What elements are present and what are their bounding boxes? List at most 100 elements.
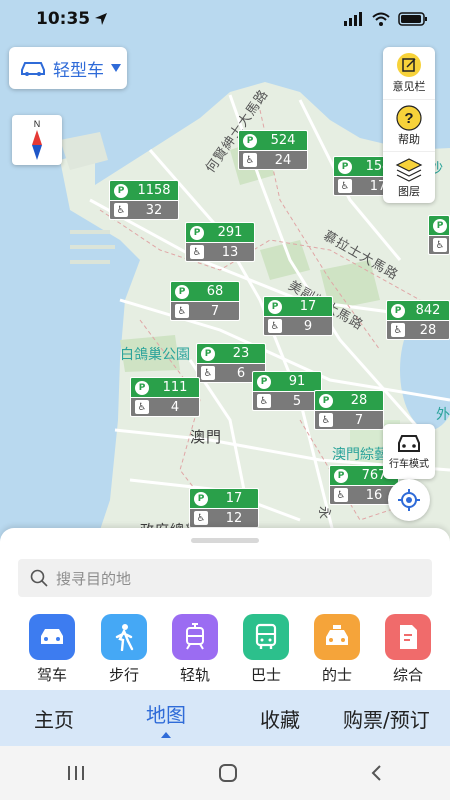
wheelchair-icon: ♿	[338, 179, 352, 193]
parking-spaces: 17	[225, 491, 243, 506]
sheet-drag-handle[interactable]	[191, 538, 259, 543]
bus-icon	[255, 623, 277, 649]
parking-spaces: 28	[350, 393, 368, 408]
parking-spaces: 68	[206, 284, 224, 299]
parking-marker[interactable]: P 17 ♿ 12	[189, 488, 259, 528]
wheelchair-icon: ♿	[433, 238, 447, 252]
parking-icon: P	[135, 380, 149, 395]
car-icon	[21, 62, 45, 76]
drive-mode-label: 行车模式	[389, 459, 429, 470]
mode-label: 轻轨	[179, 666, 210, 684]
clock-text: 10:35	[36, 9, 91, 29]
parking-icon: P	[391, 303, 405, 318]
mode-taxi[interactable]: 的士	[307, 614, 367, 685]
accessible-spaces: 12	[225, 510, 243, 526]
home-icon[interactable]	[218, 763, 238, 783]
svg-text:?: ?	[404, 110, 413, 127]
tab-map[interactable]: 地图	[146, 690, 186, 746]
wheelchair-icon: ♿	[243, 153, 257, 167]
map-label-fragment-2: 外	[436, 407, 450, 423]
mode-lrt[interactable]: 轻轨	[165, 614, 225, 685]
accessible-spaces: 32	[145, 202, 163, 218]
parking-spaces: 91	[288, 374, 306, 389]
parking-marker[interactable]: P 17 ♿ 9	[263, 296, 333, 336]
tab-tickets[interactable]: 购票/预订	[343, 690, 430, 746]
doc-icon	[400, 625, 417, 649]
system-navigation-bar	[0, 746, 450, 800]
accessible-spaces: 7	[354, 412, 364, 428]
tab-favorites[interactable]: 收藏	[260, 690, 300, 746]
wheelchair-icon: ♿	[319, 413, 333, 427]
wheelchair-icon: ♿	[257, 394, 271, 408]
parking-icon: P	[268, 299, 282, 314]
tab-label: 地图	[146, 702, 186, 727]
car-front-icon	[398, 435, 420, 452]
parking-marker[interactable]: P 842 ♿ 28	[386, 300, 450, 340]
parking-marker[interactable]: P 524 ♿ 24	[238, 130, 308, 170]
status-time: 10:35	[36, 9, 108, 29]
parking-marker[interactable]: P 68 ♿ 7	[170, 281, 240, 321]
search-input[interactable]: 搜寻目的地	[18, 559, 432, 597]
parking-marker[interactable]: P 91 ♿ 5	[252, 371, 322, 411]
parking-spaces: 17	[299, 299, 317, 314]
parking-marker[interactable]: P 291 ♿ 13	[185, 222, 255, 262]
compass-button[interactable]: N	[12, 115, 62, 165]
compass-icon: N	[32, 119, 42, 160]
tab-home[interactable]: 主页	[34, 690, 74, 746]
wifi-icon	[372, 12, 390, 26]
recent-apps-icon[interactable]	[66, 765, 86, 781]
help-button[interactable]: ? 帮助	[383, 99, 435, 151]
map-label-museum: 澳門綜藝	[332, 447, 388, 463]
feedback-label: 意见栏	[392, 80, 426, 93]
walk-icon	[115, 624, 134, 651]
parking-spaces: 842	[415, 303, 441, 318]
edit-icon	[397, 53, 421, 77]
parking-marker[interactable]: P ♿	[428, 215, 450, 255]
mode-drive[interactable]: 驾车	[22, 614, 82, 685]
wheelchair-icon: ♿	[268, 319, 282, 333]
layers-button[interactable]: 图层	[383, 151, 435, 203]
parking-icon: P	[433, 218, 447, 233]
tab-bar: 主页 地图 收藏 购票/预订	[0, 690, 450, 746]
mode-label: 驾车	[36, 666, 67, 684]
drive-mode-button[interactable]: 行车模式	[383, 424, 435, 479]
map-label-fragment-3: 永	[316, 506, 331, 521]
crosshair-icon	[398, 489, 420, 511]
parking-icon: P	[334, 468, 348, 483]
mode-combined[interactable]: 综合	[378, 614, 438, 685]
parking-spaces: 291	[217, 225, 243, 240]
accessible-spaces: 28	[419, 322, 437, 338]
wheelchair-icon: ♿	[114, 203, 128, 217]
map-label-city: 澳門	[190, 428, 223, 446]
taxi-icon	[326, 625, 348, 645]
mode-label: 综合	[392, 666, 423, 684]
wheelchair-icon: ♿	[391, 323, 405, 337]
help-label: 帮助	[398, 132, 420, 146]
accessible-spaces: 9	[303, 318, 313, 334]
locate-me-button[interactable]	[388, 479, 430, 521]
mode-bus[interactable]: 巴士	[236, 614, 296, 685]
mode-label: 步行	[108, 666, 139, 684]
back-icon[interactable]	[370, 764, 384, 782]
status-icons	[344, 12, 428, 26]
parking-icon: P	[243, 133, 257, 148]
parking-spaces: 524	[270, 133, 296, 148]
layers-label: 图层	[398, 184, 420, 198]
wheelchair-icon: ♿	[334, 488, 348, 502]
wheelchair-icon: ♿	[175, 304, 189, 318]
parking-marker[interactable]: P 111 ♿ 4	[130, 377, 200, 417]
status-bar: 10:35	[0, 0, 450, 38]
accessible-spaces: 24	[274, 152, 292, 168]
parking-marker[interactable]: P 28 ♿ 7	[314, 390, 384, 430]
wheelchair-icon: ♿	[194, 511, 208, 525]
accessible-spaces: 13	[221, 244, 239, 260]
parking-icon: P	[338, 159, 352, 174]
parking-marker[interactable]: P 1158 ♿ 32	[109, 180, 179, 220]
parking-spaces: 1158	[137, 183, 171, 198]
wheelchair-icon: ♿	[190, 245, 204, 259]
mode-walk[interactable]: 步行	[94, 614, 154, 685]
feedback-button[interactable]: 意见栏	[383, 47, 435, 99]
tab-label: 购票/预订	[343, 707, 430, 732]
parking-icon: P	[201, 346, 215, 361]
vehicle-type-selector[interactable]: 轻型车	[9, 47, 127, 89]
